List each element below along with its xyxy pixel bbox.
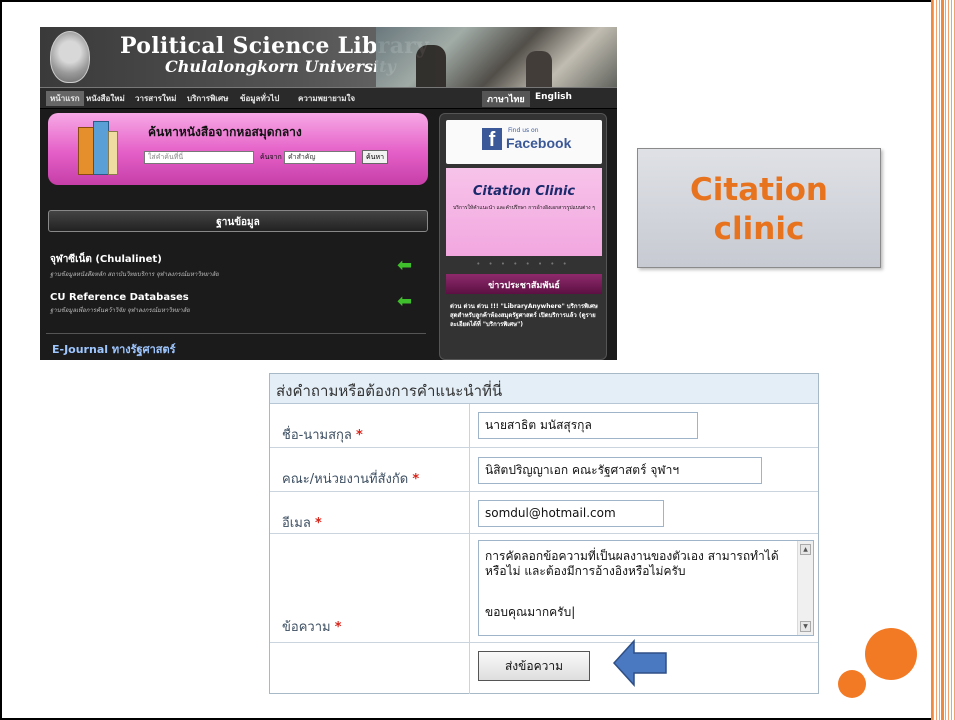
callout-text: Citation clinic (638, 171, 880, 249)
facebook-find-label: Find us on (508, 127, 539, 134)
textarea-scrollbar[interactable]: ▲ ▼ (797, 541, 813, 635)
db-item-desc: ฐานข้อมูลหนังสือหลัก สถาบันวิทยบริการ จุ… (50, 271, 219, 278)
facebook-icon: f (482, 128, 502, 151)
green-arrow-icon[interactable]: ⬅ (397, 257, 419, 275)
news-heading-label: ข่าวประชาสัมพันธ์ (488, 281, 560, 291)
email-label: อีเมล * (282, 512, 322, 533)
decorative-stripe (931, 0, 955, 720)
ejournal-label: E-Journal ทางรัฐศาสตร์ (52, 343, 176, 356)
facebook-box[interactable]: f Find us on Facebook (446, 120, 602, 164)
decorative-circle-large (865, 628, 917, 680)
db-item-title: CU Reference Databases (50, 292, 189, 303)
citation-clinic-banner[interactable]: Citation Clinic บริการให้คำแนะนำ และคำปร… (446, 168, 602, 256)
db-item-desc: ฐานข้อมูลเพื่อการค้นคว้าวิจัย จุฬาลงกรณ์… (50, 307, 190, 314)
blue-arrow-icon (612, 639, 667, 687)
question-form: ส่งคำถามหรือต้องการคำแนะนำที่นี่ ชื่อ-นา… (269, 373, 819, 694)
search-input[interactable]: ใส่คำค้นที่นี่ (144, 151, 254, 164)
citation-banner-desc: บริการให้คำแนะนำ และคำปรึกษา การอ้างอิงเ… (453, 205, 595, 211)
database-heading-label: ฐานข้อมูล (216, 217, 260, 228)
library-website-screenshot: Political Science Library Chulalongkorn … (40, 27, 617, 360)
faculty-field[interactable]: นิสิตปริญญาเอก คณะรัฐศาสตร์ จุฬาฯ (478, 457, 762, 484)
send-message-button[interactable]: ส่งข้อความ (478, 651, 590, 681)
name-label: ชื่อ-นามสกุล * (282, 424, 363, 445)
name-field[interactable]: นายสาธิต มนัสสุรกุล (478, 412, 698, 439)
faculty-label: คณะ/หน่วยงานที่สังกัด * (282, 468, 419, 489)
side-panel: f Find us on Facebook Citation Clinic บร… (439, 113, 607, 360)
faculty-label-text: คณะ/หน่วยงานที่สังกัด (282, 472, 409, 487)
decorative-circle-small (838, 670, 866, 698)
message-thanks: ขอบคุณมากครับ| (485, 605, 576, 619)
db-item-chulalinet[interactable]: จุฬาซีเน็ต (Chulalinet) ฐานข้อมูลหนังสือ… (50, 252, 350, 279)
site-banner: Political Science Library Chulalongkorn … (40, 27, 617, 87)
nav-special-services[interactable]: บริการพิเศษ (187, 92, 228, 105)
nav-other[interactable]: ความพยายามใจ (298, 92, 355, 105)
email-label-text: อีเมล (282, 516, 311, 531)
green-arrow-icon[interactable]: ⬅ (397, 293, 419, 311)
search-title: ค้นหาหนังสือจากหอสมุดกลาง (148, 125, 302, 139)
book-search-box: ค้นหาหนังสือจากหอสมุดกลาง ใส่คำค้นที่นี่… (48, 113, 428, 185)
search-button[interactable]: ค้นหา (362, 150, 388, 164)
required-mark: * (314, 516, 322, 531)
search-from-label: ค้นจาก (260, 153, 282, 161)
message-text: การคัดลอกข้อความที่เป็นผลงานของตัวเอง สา… (485, 549, 779, 578)
nav-new-books[interactable]: หนังสือใหม่ (86, 92, 125, 105)
lang-thai-button[interactable]: ภาษาไทย (482, 91, 530, 107)
db-item-cu-reference[interactable]: CU Reference Databases ฐานข้อมูลเพื่อการ… (50, 292, 350, 315)
required-mark: * (356, 428, 363, 443)
site-subtitle: Chulalongkorn University (165, 57, 396, 76)
nav-general-info[interactable]: ข้อมูลทั่วไป (240, 92, 279, 105)
db-item-title: จุฬาซีเน็ต (Chulalinet) (50, 254, 162, 265)
university-seal-icon (50, 31, 90, 83)
ejournal-link[interactable]: E-Journal ทางรัฐศาสตร์ (46, 333, 426, 360)
news-text[interactable]: ด่วน ด่วน ด่วน !!! "LibraryAnywhere" บริ… (450, 302, 600, 329)
name-label-text: ชื่อ-นามสกุล (282, 428, 352, 443)
citation-banner-title: Citation Clinic (472, 184, 576, 199)
database-heading: ฐานข้อมูล (48, 210, 428, 232)
form-heading: ส่งคำถามหรือต้องการคำแนะนำที่นี่ (276, 382, 503, 400)
nav-new-journals[interactable]: วารสารใหม่ (135, 92, 176, 105)
nav-home[interactable]: หน้าแรก (46, 91, 84, 106)
callout-line-2: clinic (713, 211, 805, 247)
email-field[interactable]: somdul@hotmail.com (478, 500, 664, 527)
facebook-name: Facebook (506, 135, 572, 151)
search-field-select[interactable]: คำสำคัญ (284, 151, 356, 164)
banner-photo (376, 27, 617, 87)
message-label: ข้อความ * (282, 616, 342, 637)
form-header: ส่งคำถามหรือต้องการคำแนะนำที่นี่ (270, 374, 818, 404)
scroll-down-icon[interactable]: ▼ (800, 621, 811, 632)
required-mark: * (334, 620, 342, 635)
message-label-text: ข้อความ (282, 620, 331, 635)
books-icon (78, 121, 118, 177)
site-nav: หน้าแรก หนังสือใหม่ วารสารใหม่ บริการพิเ… (40, 87, 617, 109)
callout-line-1: Citation (690, 172, 828, 208)
citation-clinic-callout: Citation clinic (637, 148, 881, 268)
news-heading: ข่าวประชาสัมพันธ์ (446, 274, 602, 294)
required-mark: * (412, 472, 420, 487)
lang-english-button[interactable]: English (530, 91, 577, 103)
message-textarea[interactable]: การคัดลอกข้อความที่เป็นผลงานของตัวเอง สา… (478, 540, 814, 636)
carousel-dots[interactable]: • • • • • • • • (440, 260, 606, 268)
scroll-up-icon[interactable]: ▲ (800, 544, 811, 555)
